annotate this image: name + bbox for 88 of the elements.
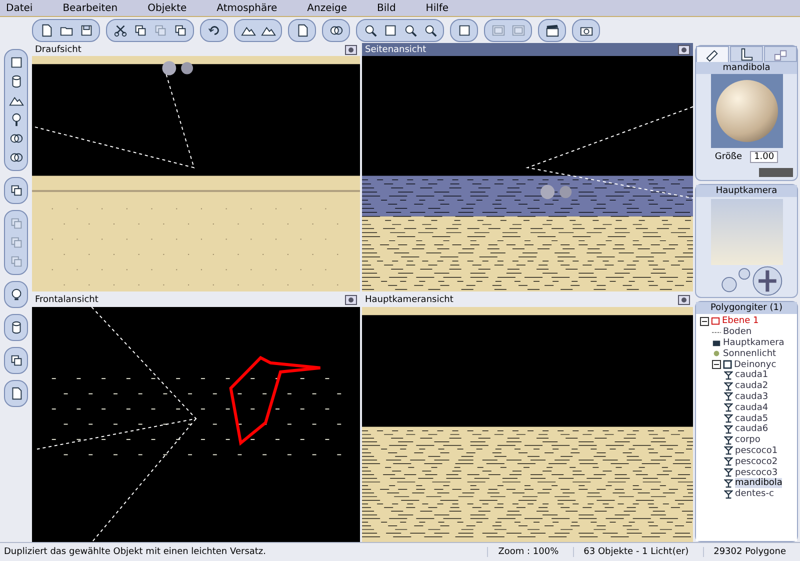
tree-item[interactable]: cauda5 [735,414,768,424]
film-frame-icon [490,22,506,38]
viewport-title-bar[interactable]: Frontalansicht [32,294,360,306]
stacked-pages-icon [8,353,24,368]
mesh-icon [724,457,733,466]
tree-item[interactable]: cauda4 [735,402,768,413]
panel-tab[interactable] [730,46,763,62]
scene-drawing[interactable] [362,56,693,292]
tree-item[interactable]: cauda3 [735,392,768,402]
tree-item[interactable]: Deinonyc [734,360,776,370]
square-icon [382,22,398,38]
magnifier-icon [402,22,418,38]
square-icon [8,55,24,70]
camera-icon[interactable] [678,295,690,305]
viewport-title: Seitenansicht [365,44,426,54]
menu-item[interactable]: Bearbeiten [62,2,118,14]
viewport-title-bar[interactable]: Draufsicht [32,43,360,56]
mesh-icon [724,414,733,424]
mesh-icon [724,468,733,478]
sun-icon [712,349,721,358]
tree-item[interactable]: pescoco3 [735,468,778,478]
scene-drawing[interactable] [362,306,693,542]
viewport-title: Draufsicht [35,44,82,54]
tree-item[interactable]: Hauptkamera [723,338,784,348]
tree-item[interactable]: corpo [735,435,760,446]
tree-item[interactable]: mandibola [735,478,782,488]
mesh-icon [724,392,733,402]
tree-item[interactable]: cauda2 [735,381,768,392]
panel-tab[interactable] [696,46,729,62]
object-count: 63 Objekte - 1 Licht(er) [572,547,699,557]
viewport-title-bar[interactable]: Hauptkameransicht [362,294,693,306]
mesh-icon [724,490,733,499]
stacked-pages-icon [8,254,24,269]
tree-item[interactable]: dentes-c [735,489,774,500]
panel-title: mandibola [696,62,797,74]
layer-icon [711,316,720,326]
square-icon [456,22,472,38]
tree-item[interactable]: Ebene 1 [722,316,759,326]
tree-item[interactable]: cauda6 [735,424,768,434]
menu-item[interactable]: Objekte [148,2,187,14]
stacked-pages-icon [8,183,24,198]
tree-item[interactable]: pescoco1 [735,446,778,456]
clapperboard-icon [544,22,560,38]
panel-title: Hauptkamera [696,185,797,197]
tree-item[interactable]: Sonnenlicht [723,348,776,359]
tree-item[interactable]: pescoco2 [735,456,778,467]
zoom-status: Zoom : 100% [487,547,569,557]
magnifier-icon [362,22,378,38]
viewport-title: Frontalansicht [35,295,98,305]
collapse-icon[interactable] [712,360,721,370]
mesh-icon [724,382,733,391]
camera-icon[interactable] [345,295,357,305]
viewport-title: Hauptkameransicht [365,295,454,305]
mesh-icon [724,446,733,456]
stacked-pages-icon [132,22,148,38]
color-dropdown[interactable] [759,168,793,177]
mesh-icon [724,403,733,412]
stacked-pages-icon [8,216,24,231]
menu-item[interactable]: Datei [6,2,33,14]
camera-icon[interactable] [345,44,357,54]
size-label: Größe [714,152,742,162]
magnifier-icon [422,22,438,38]
menu-item[interactable]: Anzeige [307,2,348,14]
scene-drawing[interactable] [32,56,360,292]
stacked-pages-icon [8,235,24,250]
film-frame-icon [510,22,526,38]
render-preview [710,199,782,265]
viewport-title-bar[interactable]: Seitenansicht [362,43,693,56]
tree-item[interactable]: cauda1 [735,370,768,380]
menu-item[interactable]: Hilfe [426,2,449,14]
mesh-icon [724,370,733,380]
scissors-icon [112,22,128,38]
stacked-pages-icon [172,22,188,38]
mesh-icon [724,424,733,434]
mesh-icon [724,436,733,445]
group-icon [723,360,732,370]
menu-item[interactable]: Bild [377,2,396,14]
camera-icon[interactable] [678,44,690,54]
collapse-icon[interactable] [700,316,709,326]
tree-item[interactable]: Boden [723,327,752,338]
menu-item[interactable]: Atmosphäre [216,2,278,14]
stacked-pages-icon [152,22,168,38]
status-message: Dupliziert das gewählte Objekt mit einen leichten Versatz. [4,547,268,557]
mesh-icon [724,478,733,488]
polygon-count: 29302 Polygone [702,547,796,557]
camera-icon [712,338,721,348]
size-field[interactable]: 1.00 [750,151,778,163]
panel-title: Polygongiter (1) [696,302,797,314]
